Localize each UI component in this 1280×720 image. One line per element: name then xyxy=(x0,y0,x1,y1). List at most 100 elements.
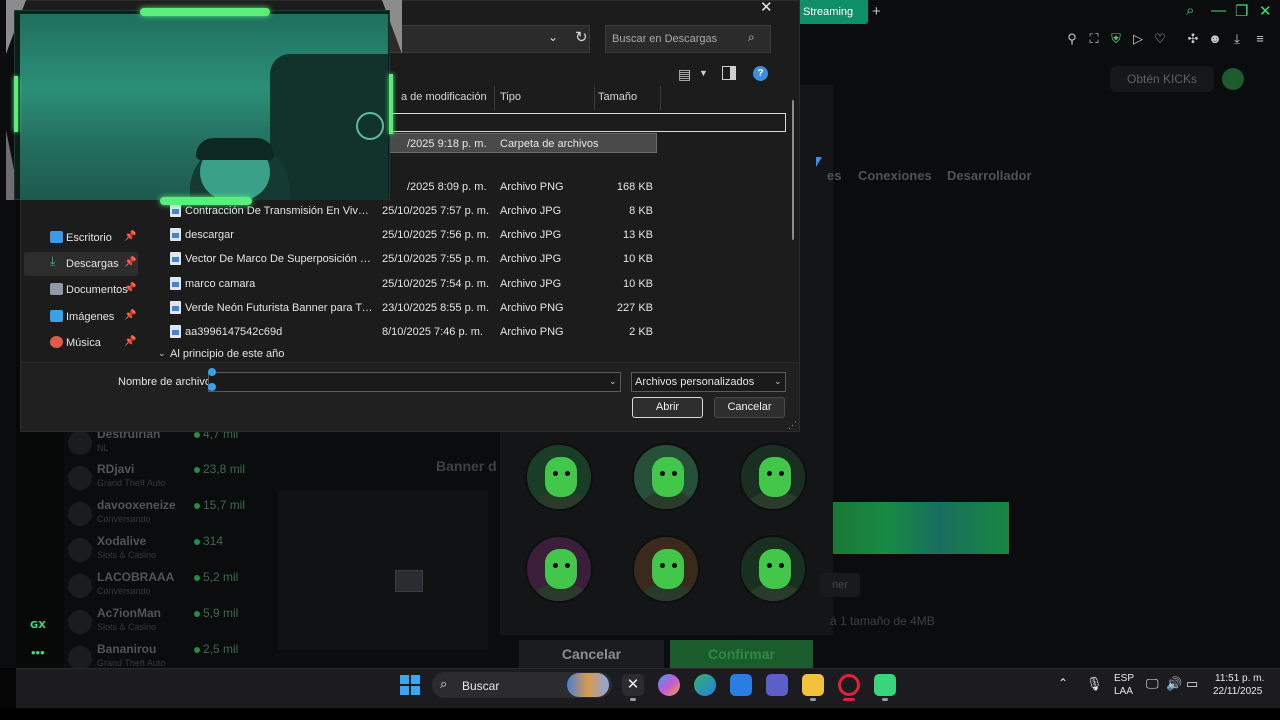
xbox-icon[interactable]: ✕ xyxy=(622,674,644,696)
close-window-icon[interactable]: ✕ xyxy=(1259,2,1272,20)
clock-time[interactable]: 11:51 p. m. xyxy=(1215,673,1264,684)
group-header[interactable]: Al principio de este año xyxy=(170,348,284,360)
chevron-down-icon[interactable]: ⌄ xyxy=(774,376,782,387)
resize-grip-icon[interactable]: ⋰ xyxy=(788,420,797,431)
refresh-icon[interactable]: ↻ xyxy=(575,28,588,46)
file-explorer-icon[interactable] xyxy=(802,674,824,696)
group-collapse-icon[interactable]: ⌄ xyxy=(158,348,166,359)
input-language[interactable]: ESP xyxy=(1114,673,1134,684)
cancel-button[interactable]: Cancelar xyxy=(714,397,785,418)
filename-input[interactable] xyxy=(208,372,621,392)
avatar-option[interactable] xyxy=(739,535,807,603)
download-icon[interactable]: ⤓ xyxy=(1229,31,1245,47)
start-icon[interactable] xyxy=(400,675,420,695)
heart-icon[interactable]: ♡ xyxy=(1152,31,1168,47)
streamer-row[interactable]: davooxeneize Conversando 15,7 mil xyxy=(66,498,256,534)
streamer-row[interactable]: Ac7ionMan Slots & Casino 5,9 mil xyxy=(66,606,256,642)
neon-bar xyxy=(14,76,18,132)
gx-logo-icon[interactable]: GX xyxy=(30,620,46,631)
edge-icon[interactable] xyxy=(694,674,716,696)
more-icon[interactable]: ••• xyxy=(31,645,45,660)
file-row[interactable]: Verde Neón Futurista Banner para Twitch 2… xyxy=(150,298,670,320)
search-highlight-icon[interactable] xyxy=(567,673,609,697)
streamer-row[interactable]: RDjavi Grand Theft Auto 23,8 mil xyxy=(66,462,256,498)
streamer-row[interactable]: LACOBRAAA Conversando 5,2 mil xyxy=(66,570,256,606)
snapshot-icon[interactable]: ⛶ xyxy=(1086,31,1102,47)
caret-down-icon[interactable]: ▼ xyxy=(699,68,708,78)
file-type-select[interactable]: Archivos personalizados xyxy=(631,372,786,392)
column-separator[interactable] xyxy=(594,86,595,110)
column-header-type[interactable]: Tipo xyxy=(500,91,521,103)
address-bar[interactable] xyxy=(380,25,590,53)
input-layout[interactable]: LAA xyxy=(1114,686,1133,697)
avatar-option[interactable] xyxy=(632,443,700,511)
outlook-icon[interactable] xyxy=(730,674,752,696)
column-separator[interactable] xyxy=(660,86,661,110)
app-icon[interactable] xyxy=(874,674,896,696)
file-row[interactable]: marco camara 25/10/2025 7:54 p. m. Archivo… xyxy=(150,274,670,296)
get-kicks-button[interactable]: Obtén KICKs xyxy=(1110,66,1214,92)
running-indicator xyxy=(810,698,816,701)
search-icon[interactable]: ⌕ xyxy=(748,30,755,45)
column-separator[interactable] xyxy=(494,86,495,110)
battery-icon[interactable]: ▭ xyxy=(1186,676,1198,692)
file-row[interactable]: descargar 25/10/2025 7:56 p. m. Archivo JP… xyxy=(150,225,670,247)
clock-date[interactable]: 22/11/2025 xyxy=(1213,686,1262,697)
confirm-button[interactable]: Confirmar xyxy=(670,640,813,668)
avatar-option[interactable] xyxy=(739,443,807,511)
shield-icon[interactable]: ⛨ xyxy=(1108,31,1124,47)
nav-item-pictures[interactable]: Imágenes 📌 xyxy=(24,305,138,329)
search-icon[interactable]: ⌕ xyxy=(1186,2,1194,19)
search-icon[interactable]: ⌕ xyxy=(440,676,447,692)
network-icon[interactable]: 🖵 xyxy=(1146,676,1159,692)
text-caret-handle[interactable] xyxy=(208,368,216,376)
minimize-icon[interactable]: — xyxy=(1211,2,1226,19)
nav-item-documents[interactable]: Documentos 📌 xyxy=(24,278,138,302)
menu-icon[interactable]: ≡ xyxy=(1252,31,1268,47)
extensions-icon[interactable]: ✣ xyxy=(1185,31,1201,47)
copilot-icon[interactable] xyxy=(658,674,680,696)
help-icon[interactable]: ? xyxy=(753,66,768,81)
scrollbar[interactable] xyxy=(792,100,794,240)
avatar-option[interactable] xyxy=(632,535,700,603)
volume-icon[interactable]: 🔊 xyxy=(1166,676,1182,692)
rename-field[interactable] xyxy=(380,113,786,132)
view-options-icon[interactable]: ▤ xyxy=(678,66,691,83)
dialog-close-icon[interactable]: ✕ xyxy=(760,0,773,16)
streamer-row[interactable]: Bananirou Grand Theft Auto 2,5 mil xyxy=(66,642,256,668)
opera-gx-icon[interactable] xyxy=(838,674,860,696)
chevron-down-icon[interactable]: ⌄ xyxy=(548,30,558,44)
chevron-down-icon[interactable]: ⌄ xyxy=(609,376,617,387)
nav-item-desktop[interactable]: Escritorio 📌 xyxy=(24,226,138,250)
avatar-option[interactable] xyxy=(525,535,593,603)
streamer-row[interactable]: Destruirian NL 4,7 mil xyxy=(66,427,256,463)
microphone-icon[interactable]: 🎙 xyxy=(1086,676,1103,692)
chevron-up-icon[interactable]: ⌃ xyxy=(1058,676,1068,690)
restore-icon[interactable]: ❐ xyxy=(1235,2,1248,20)
banner-upload-button[interactable]: ner xyxy=(820,573,860,597)
settings-tab-developer[interactable]: Desarrollador xyxy=(947,168,1032,183)
teams-icon[interactable] xyxy=(766,674,788,696)
file-row[interactable]: Vector De Marco De Superposición De C...… xyxy=(150,249,670,271)
play-icon[interactable]: ▷ xyxy=(1130,31,1146,47)
streamer-row[interactable]: Xodalive Slots & Casino 314 xyxy=(66,534,256,570)
new-tab-icon[interactable]: + xyxy=(872,3,881,20)
column-header-date[interactable]: a de modificación xyxy=(401,91,487,103)
nav-item-downloads[interactable]: ⤓ Descargas 📌 xyxy=(24,252,138,276)
pictures-icon xyxy=(50,310,63,322)
file-row[interactable]: aa3996147542c69d 8/10/2025 7:46 p. m. Arch… xyxy=(150,322,670,344)
settings-tab-partial[interactable]: es xyxy=(827,168,841,183)
tab-streaming[interactable]: Streaming xyxy=(798,0,868,24)
settings-tab-connections[interactable]: Conexiones xyxy=(858,168,932,183)
avatar-option[interactable] xyxy=(525,443,593,511)
text-caret-handle[interactable] xyxy=(208,383,216,391)
profile-icon[interactable]: ☻ xyxy=(1207,31,1223,47)
nav-item-music[interactable]: Música 📌 xyxy=(24,331,138,355)
preview-pane-icon[interactable] xyxy=(722,66,736,80)
pin-icon[interactable]: ⚲ xyxy=(1064,31,1080,47)
column-header-size[interactable]: Tamaño xyxy=(598,91,637,103)
user-avatar[interactable] xyxy=(1222,68,1244,90)
cancel-button-background[interactable]: Cancelar xyxy=(519,640,664,668)
selected-date: /2025 9:18 p. m. xyxy=(407,138,487,150)
open-button[interactable]: Abrir xyxy=(632,397,703,418)
